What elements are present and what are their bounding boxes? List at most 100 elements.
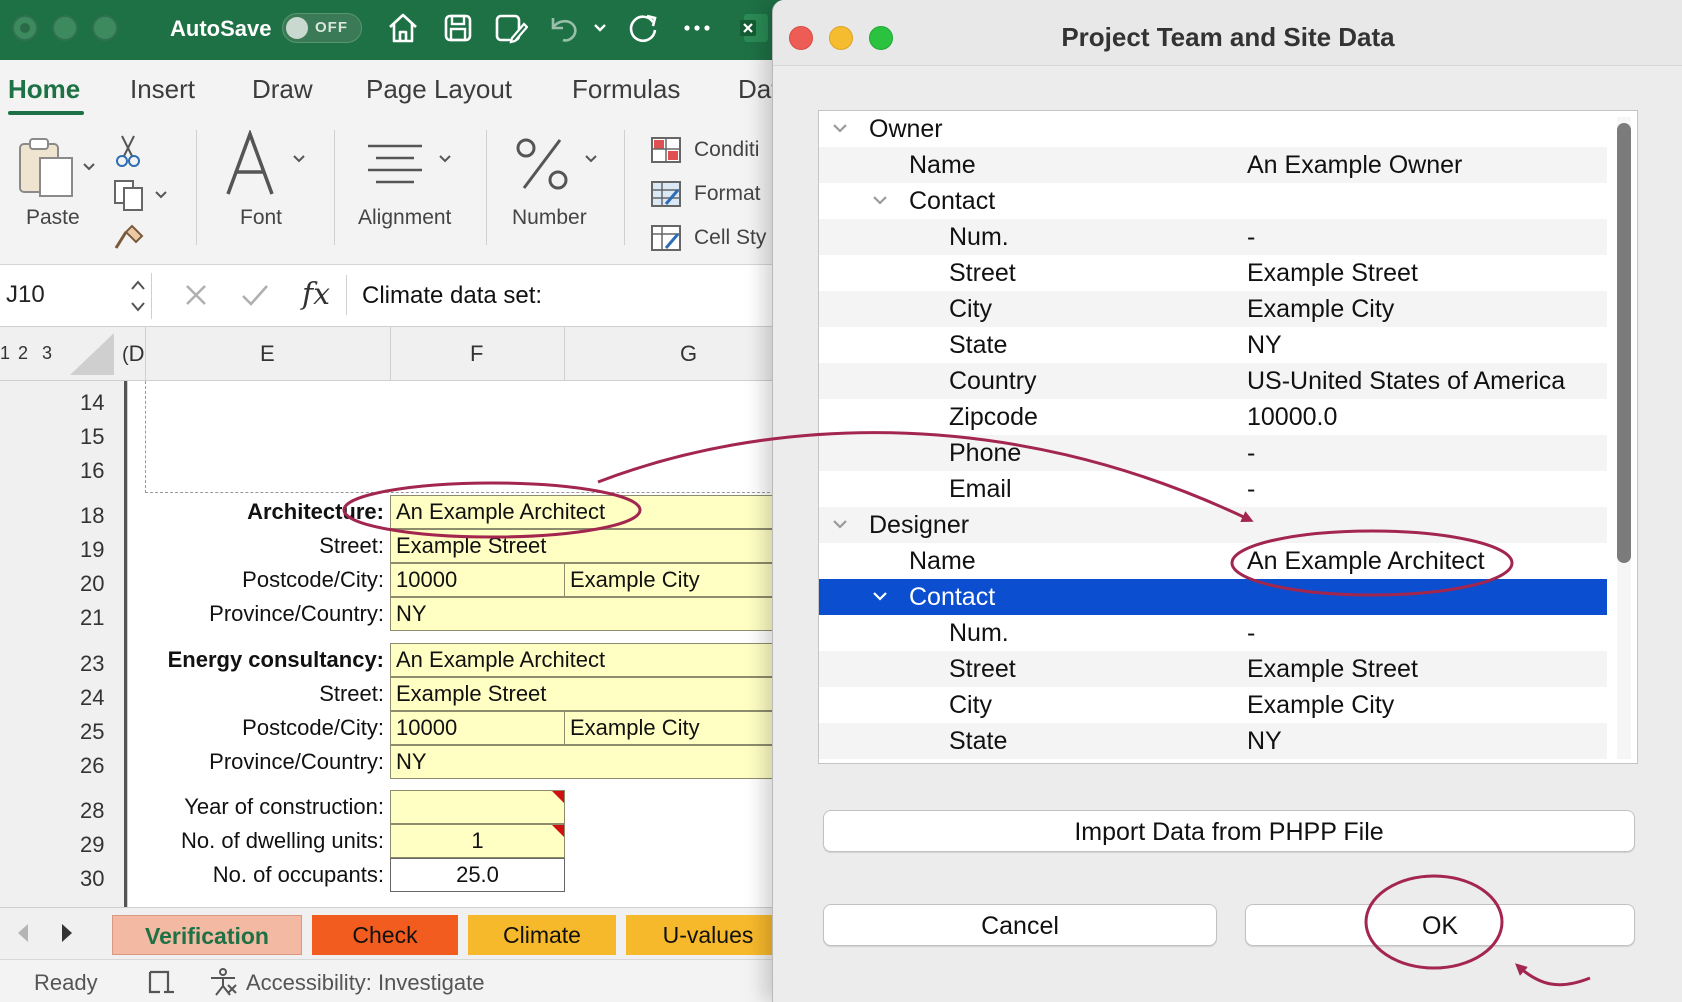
alignment-dropdown-icon[interactable] xyxy=(438,152,452,170)
next-sheet-icon[interactable] xyxy=(58,922,76,949)
conditional-formatting-icon[interactable] xyxy=(650,136,682,169)
zoom-window-button[interactable] xyxy=(92,15,118,41)
number-dropdown-icon[interactable] xyxy=(584,152,598,170)
cut-icon[interactable] xyxy=(114,134,142,173)
name-box[interactable]: J10 xyxy=(0,273,152,319)
chevron-down-icon[interactable] xyxy=(871,191,889,209)
row-number[interactable]: 20 xyxy=(80,571,104,597)
percent-icon[interactable] xyxy=(514,134,570,199)
tree-row[interactable]: Name An Example Owner xyxy=(819,147,1607,183)
accessibility-icon[interactable] xyxy=(208,968,238,1001)
format-painter-icon[interactable] xyxy=(112,222,146,257)
energy-street-cell[interactable]: Example Street xyxy=(390,677,790,711)
tree-row[interactable]: State NY xyxy=(819,723,1607,759)
row-number[interactable]: 16 xyxy=(80,458,104,484)
ok-button[interactable]: OK xyxy=(1245,904,1635,946)
row-number[interactable]: 29 xyxy=(80,832,104,858)
cell-styles-icon[interactable] xyxy=(650,224,682,257)
confirm-entry-icon[interactable] xyxy=(240,281,270,314)
year-of-construction-cell[interactable] xyxy=(390,790,565,824)
tree-row[interactable]: Street Example Street xyxy=(819,651,1607,687)
tree-row[interactable]: Street Example Street xyxy=(819,255,1607,291)
accessibility-status[interactable]: Accessibility: Investigate xyxy=(246,970,484,996)
row-number[interactable]: 24 xyxy=(80,685,104,711)
row-number[interactable]: 19 xyxy=(80,537,104,563)
row-number[interactable]: 26 xyxy=(80,753,104,779)
minimize-window-button[interactable] xyxy=(52,15,78,41)
energy-postcode-cell[interactable]: 10000 xyxy=(390,711,565,745)
row-number[interactable]: 30 xyxy=(80,866,104,892)
tree-row[interactable]: Contact xyxy=(819,183,1607,219)
tree-row[interactable]: Zipcode 10000.0 xyxy=(819,399,1607,435)
column-e-header[interactable]: E xyxy=(260,341,275,367)
energy-name-cell[interactable]: An Example Architect xyxy=(390,643,790,677)
sheet-tab-u-values[interactable]: U-values xyxy=(626,915,790,955)
copy-dropdown-icon[interactable] xyxy=(154,188,168,206)
architecture-name-cell[interactable]: An Example Architect xyxy=(390,495,790,529)
more-icon[interactable] xyxy=(682,10,712,46)
tree-row[interactable]: Phone - xyxy=(819,435,1607,471)
sheet-tab-verification[interactable]: Verification xyxy=(112,915,302,955)
row-number[interactable]: 15 xyxy=(80,424,104,450)
outline-level-2[interactable]: 2 xyxy=(18,343,28,364)
conditional-formatting-label[interactable]: Conditi xyxy=(694,138,759,162)
formula-input[interactable]: Climate data set: xyxy=(362,282,542,310)
cancel-button[interactable]: Cancel xyxy=(823,904,1217,946)
tab-formulas[interactable]: Formulas xyxy=(572,74,680,105)
tree-row[interactable]: Email - xyxy=(819,471,1607,507)
save-as-icon[interactable] xyxy=(492,10,528,46)
chevron-down-icon[interactable] xyxy=(831,119,849,137)
tab-page-layout[interactable]: Page Layout xyxy=(366,74,512,105)
tree-row[interactable]: Country US-United States of America xyxy=(819,363,1607,399)
font-dropdown-icon[interactable] xyxy=(292,152,306,170)
undo-dropdown-icon[interactable] xyxy=(592,10,608,46)
close-window-button[interactable] xyxy=(12,15,38,41)
column-g-header[interactable]: G xyxy=(680,341,697,367)
chevron-down-icon[interactable] xyxy=(831,515,849,533)
dwelling-units-cell[interactable]: 1 xyxy=(390,824,565,858)
outline-level-3[interactable]: 3 xyxy=(42,343,52,364)
macro-recording-icon[interactable] xyxy=(146,968,176,1001)
insert-function-icon[interactable]: fx xyxy=(302,277,330,312)
row-number[interactable]: 18 xyxy=(80,503,104,529)
cell-styles-label[interactable]: Cell Sty xyxy=(694,226,766,250)
save-icon[interactable] xyxy=(440,10,476,46)
sheet-tab-climate[interactable]: Climate xyxy=(468,915,616,955)
sheet-tab-check[interactable]: Check xyxy=(312,915,458,955)
column-d-header[interactable]: (D xyxy=(122,341,145,367)
occupants-cell[interactable]: 25.0 xyxy=(390,858,565,892)
cancel-entry-icon[interactable] xyxy=(182,281,210,314)
font-icon[interactable] xyxy=(222,128,282,205)
tree-row[interactable]: City Example City xyxy=(819,291,1607,327)
architecture-city-cell[interactable]: Example City xyxy=(564,563,790,597)
tree-row[interactable]: Contact xyxy=(819,579,1607,615)
architecture-postcode-cell[interactable]: 10000 xyxy=(390,563,565,597)
tree-row[interactable]: Owner xyxy=(819,111,1607,147)
tab-home[interactable]: Home xyxy=(8,74,80,105)
row-number[interactable]: 23 xyxy=(80,651,104,677)
tree-row[interactable]: City Example City xyxy=(819,687,1607,723)
tab-draw[interactable]: Draw xyxy=(252,74,313,105)
autosave-toggle[interactable]: OFF xyxy=(282,13,362,43)
chevron-down-icon[interactable] xyxy=(871,587,889,605)
alignment-icon[interactable] xyxy=(366,142,424,191)
architecture-street-cell[interactable]: Example Street xyxy=(390,529,790,563)
tree-row[interactable]: Designer xyxy=(819,507,1607,543)
tree-scrollbar[interactable] xyxy=(1617,117,1631,759)
column-f-header[interactable]: F xyxy=(470,341,483,367)
import-phpp-button[interactable]: Import Data from PHPP File xyxy=(823,810,1635,852)
undo-icon[interactable] xyxy=(545,10,581,46)
prev-sheet-icon[interactable] xyxy=(14,922,32,949)
format-as-table-label[interactable]: Format xyxy=(694,182,761,206)
tree-row[interactable]: State NY xyxy=(819,327,1607,363)
energy-province-cell[interactable]: NY xyxy=(390,745,790,779)
row-number[interactable]: 25 xyxy=(80,719,104,745)
paste-dropdown-icon[interactable] xyxy=(82,160,96,178)
home-icon[interactable] xyxy=(385,10,421,46)
tree-row[interactable]: Name An Example Architect xyxy=(819,543,1607,579)
select-all-corner[interactable] xyxy=(70,333,114,375)
architecture-province-cell[interactable]: NY xyxy=(390,597,790,631)
energy-city-cell[interactable]: Example City xyxy=(564,711,790,745)
redo-icon[interactable] xyxy=(625,10,661,46)
tree-row[interactable]: Num. - xyxy=(819,615,1607,651)
